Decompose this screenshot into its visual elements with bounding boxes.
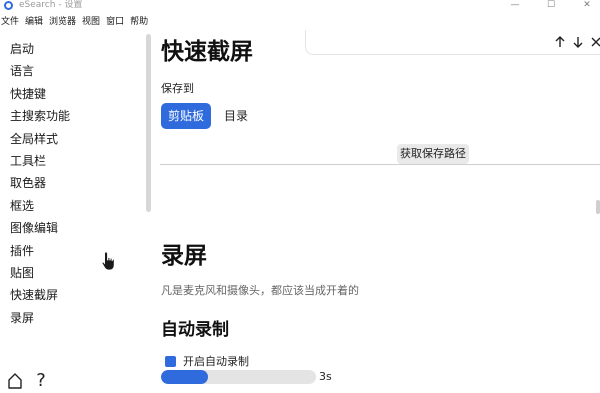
auto-record-checkbox[interactable] [165, 355, 176, 367]
sidebar-item-recording[interactable]: 录屏 [0, 307, 148, 329]
main-scrollbar[interactable] [596, 200, 600, 214]
menu-help[interactable]: 帮助 [127, 14, 151, 30]
sidebar-item-global-style[interactable]: 全局样式 [0, 128, 148, 150]
sidebar-item-shortcuts[interactable]: 快捷键 [0, 83, 148, 105]
recording-description: 凡是麦克风和摄像头，都应该当成开着的 [161, 284, 359, 297]
sidebar-item-startup[interactable]: 启动 [0, 38, 148, 60]
window-title: eSearch - 设置 [19, 0, 83, 10]
menu-view[interactable]: 视图 [79, 14, 103, 30]
home-icon[interactable] [6, 371, 24, 391]
sidebar-item-toolbar[interactable]: 工具栏 [0, 150, 148, 172]
arrow-up-icon[interactable] [552, 34, 568, 50]
sidebar-item-color-picker[interactable]: 取色器 [0, 172, 148, 194]
sidebar-scrollbar[interactable] [146, 34, 151, 212]
find-nav [552, 34, 600, 50]
help-glyph: ? [36, 370, 46, 391]
menu-edit[interactable]: 编辑 [22, 14, 46, 30]
sidebar-item-main-search[interactable]: 主搜索功能 [0, 105, 148, 127]
menu-browser[interactable]: 浏览器 [46, 14, 79, 30]
quick-screenshot-title: 快速截屏 [161, 39, 253, 65]
question-icon[interactable]: ? [32, 371, 50, 391]
title-bar: eSearch - 设置 — ☐ ✕ [0, 0, 600, 13]
section-divider [160, 164, 600, 165]
sidebar-item-plugins[interactable]: 插件 [0, 240, 148, 262]
get-save-path-button[interactable]: 获取保存路径 [397, 144, 469, 164]
option-directory[interactable]: 目录 [211, 103, 261, 129]
auto-record-toggle-row[interactable]: 开启自动录制 [165, 353, 249, 369]
save-to-label: 保存到 [161, 82, 194, 95]
sidebar-item-language[interactable]: 语言 [0, 60, 148, 82]
sidebar-item-pin[interactable]: 贴图 [0, 262, 148, 284]
find-panel [305, 30, 600, 55]
hand-cursor-icon [101, 251, 115, 271]
menu-file[interactable]: 文件 [0, 14, 22, 30]
menu-window[interactable]: 窗口 [103, 14, 127, 30]
delay-value: 3s [319, 370, 332, 383]
arrow-down-icon[interactable] [570, 34, 586, 50]
sidebar-item-image-editing[interactable]: 图像编辑 [0, 217, 148, 239]
slider-fill [161, 370, 208, 384]
minimize-button[interactable]: — [504, 0, 526, 11]
sidebar-item-selection[interactable]: 框选 [0, 195, 148, 217]
sidebar-item-quick-screenshot[interactable]: 快速截屏 [0, 284, 148, 306]
recording-title: 录屏 [161, 243, 207, 269]
bottom-toolbar: ? [6, 370, 50, 392]
auto-record-title: 自动录制 [161, 320, 229, 340]
auto-record-label: 开启自动录制 [183, 355, 249, 368]
option-clipboard[interactable]: 剪贴板 [161, 103, 212, 129]
close-window-button[interactable]: ✕ [576, 0, 598, 11]
auto-record-delay-slider[interactable] [161, 370, 316, 384]
save-target-segmented: 剪贴板 目录 [161, 103, 261, 129]
menu-bar: 文件 编辑 浏览器 视图 窗口 帮助 [0, 14, 151, 30]
close-icon[interactable] [588, 34, 600, 50]
app-logo-icon [4, 1, 13, 10]
maximize-button[interactable]: ☐ [540, 0, 562, 11]
settings-sidebar: 启动 语言 快捷键 主搜索功能 全局样式 工具栏 取色器 框选 图像编辑 插件 … [0, 38, 148, 340]
